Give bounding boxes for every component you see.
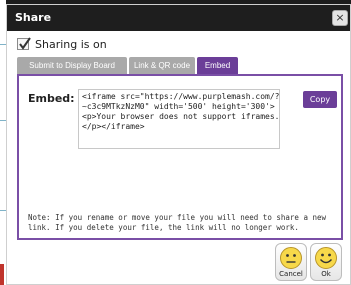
tab-link-qr-code[interactable]: Link & QR code <box>129 57 195 75</box>
embed-code-textarea[interactable]: <iframe src="https://www.purplemash.com/… <box>78 89 280 149</box>
checkmark-icon <box>19 37 31 50</box>
close-icon: × <box>335 11 345 24</box>
cancel-label: Cancel <box>279 270 303 278</box>
ok-smiley-icon <box>315 247 337 269</box>
embed-panel: Embed: <iframe src="https://www.purplema… <box>17 74 343 240</box>
close-button[interactable]: × <box>332 10 348 26</box>
ok-button[interactable]: Ok <box>310 243 342 281</box>
note-text: Note: If you rename or move your file yo… <box>28 213 327 232</box>
tab-submit-display-board[interactable]: Submit to Display Board <box>17 57 127 75</box>
cancel-button[interactable]: Cancel <box>275 243 307 281</box>
sharing-status-label: Sharing is on <box>35 38 107 51</box>
title-bar: Share × <box>7 5 350 31</box>
embed-label: Embed: <box>28 92 75 105</box>
copy-button[interactable]: Copy <box>303 91 337 108</box>
dialog-title: Share <box>15 11 52 24</box>
sharing-checkbox[interactable] <box>17 37 31 50</box>
background-bar <box>0 264 4 285</box>
ok-label: Ok <box>321 270 331 278</box>
cancel-smiley-icon <box>280 247 302 269</box>
tab-embed[interactable]: Embed <box>197 57 238 75</box>
share-dialog: Share × Sharing is on Submit to Display … <box>6 4 351 285</box>
